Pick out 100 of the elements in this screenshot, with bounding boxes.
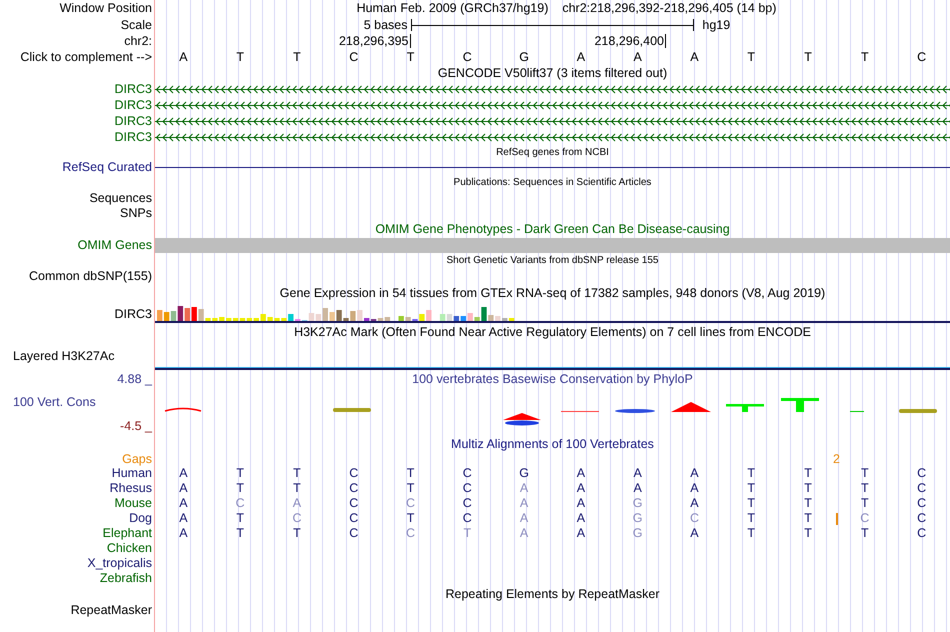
base-letter: A [520, 482, 528, 495]
base-letter: C [349, 527, 358, 540]
base-letter: C [917, 467, 926, 480]
base-letter: A [690, 50, 699, 64]
base-letter: C [462, 50, 472, 64]
species-label: Mouse [114, 497, 152, 510]
axis-label: -4.5 _ [120, 420, 152, 432]
track-label: Gaps [122, 452, 152, 466]
base-letter: T [804, 467, 812, 480]
base-letter: T [293, 50, 301, 64]
base-letter: A [292, 497, 302, 510]
base-letter: C [349, 497, 358, 510]
track-label: 100 Vert. Cons [12, 396, 96, 409]
base-letter: C [917, 482, 926, 495]
track-label[interactable]: DIRC3 [114, 82, 152, 96]
base-letter: T [463, 527, 472, 540]
track-title: Repeating Elements by RepeatMasker [445, 588, 660, 600]
base-letter: G [632, 527, 643, 540]
assembly-text: Human Feb. 2009 (GRCh37/hg19) [356, 2, 548, 15]
species-label: Chicken [106, 542, 152, 555]
species-label: Human [112, 467, 152, 480]
base-letter: A [179, 482, 188, 495]
base-letter: T [406, 482, 414, 495]
base-letter: T [406, 467, 414, 480]
track-label: Sequences [89, 192, 152, 205]
base-letter: T [406, 50, 414, 64]
base-letter: A [576, 482, 586, 495]
track-label[interactable]: RefSeq Curated [62, 161, 152, 174]
base-letter: C [917, 527, 926, 540]
track-label[interactable]: DIRC3 [114, 130, 152, 144]
base-letter: A [576, 527, 586, 540]
base-letter: A [690, 527, 699, 540]
base-letter: A [179, 50, 188, 64]
base-letter: C [349, 482, 358, 495]
base-letter: T [293, 467, 301, 480]
base-letter: T [406, 512, 414, 525]
base-letter: G [632, 512, 643, 525]
base-letter: T [236, 512, 244, 525]
assembly-text: hg19 [702, 18, 730, 32]
base-letter: C [690, 512, 699, 525]
base-letter: T [860, 467, 869, 480]
species-label: Dog [129, 512, 152, 525]
track-title: RefSeq genes from NCBI [496, 148, 609, 158]
base-letter: C [406, 497, 416, 510]
track-title: OMIM Gene Phenotypes - Dark Green Can Be Disease-causing [375, 223, 730, 236]
base-letter: T [804, 482, 812, 495]
base-letter: A [179, 512, 188, 525]
base-letter: T [804, 497, 812, 510]
base-letter: A [634, 482, 642, 495]
base-letter: A [179, 497, 188, 510]
base-letter: C [236, 497, 245, 510]
track-label[interactable]: DIRC3 [114, 114, 152, 128]
base-letter: A [634, 50, 642, 64]
species-label: X_tropicalis [87, 557, 152, 570]
base-letter: T [860, 497, 869, 510]
track-title: H3K27Ac Mark (Often Found Near Active Regulatory Elements) on 7 cell lines from ENCODE [294, 326, 811, 339]
base-letter: A [634, 467, 642, 480]
track-label: chr2: [124, 34, 152, 48]
track-title: Multiz Alignments of 100 Vertebrates [451, 438, 654, 450]
base-letter: T [293, 527, 301, 540]
complement-link[interactable]: Click to complement --> [20, 50, 152, 64]
base-letter: T [860, 527, 869, 540]
base-letter: C [462, 482, 472, 495]
base-letter: T [236, 467, 244, 480]
base-letter: T [236, 50, 244, 64]
base-letter: T [236, 482, 244, 495]
base-letter: T [747, 482, 756, 495]
base-letter: T [747, 512, 756, 525]
base-letter: A [520, 497, 528, 510]
base-letter: T [804, 50, 812, 64]
species-label: Rhesus [110, 482, 152, 495]
base-letter: T [747, 497, 756, 510]
track-label[interactable]: OMIM Genes [78, 239, 152, 252]
base-letter: C [860, 512, 870, 525]
track-label[interactable]: DIRC3 [114, 98, 152, 112]
base-letter: C [349, 50, 358, 64]
track-label: Scale [120, 18, 152, 32]
species-label: Zebrafish [100, 572, 152, 585]
base-letter: A [520, 527, 528, 540]
coordinate-tick: 218,296,395 [338, 34, 410, 48]
base-letter: C [406, 527, 416, 540]
base-letter: G [519, 50, 529, 64]
base-letter: C [917, 512, 926, 525]
base-letter: C [292, 512, 302, 525]
base-letter: A [576, 497, 586, 510]
base-letter: A [690, 482, 699, 495]
base-letter: T [860, 50, 869, 64]
track-label: Window Position [60, 2, 152, 15]
base-letter: G [519, 467, 529, 480]
base-letter: C [917, 497, 926, 510]
position-text: chr2:218,296,392-218,296,405 (14 bp) [562, 2, 776, 15]
base-letter: A [179, 527, 188, 540]
base-letter: C [462, 467, 472, 480]
base-letter: C [917, 50, 926, 64]
base-letter: A [576, 512, 586, 525]
base-letter: A [576, 467, 586, 480]
species-label: Elephant [102, 527, 152, 540]
base-letter: T [236, 527, 244, 540]
axis-label: 4.88 _ [117, 373, 152, 386]
base-letter: C [462, 497, 472, 510]
